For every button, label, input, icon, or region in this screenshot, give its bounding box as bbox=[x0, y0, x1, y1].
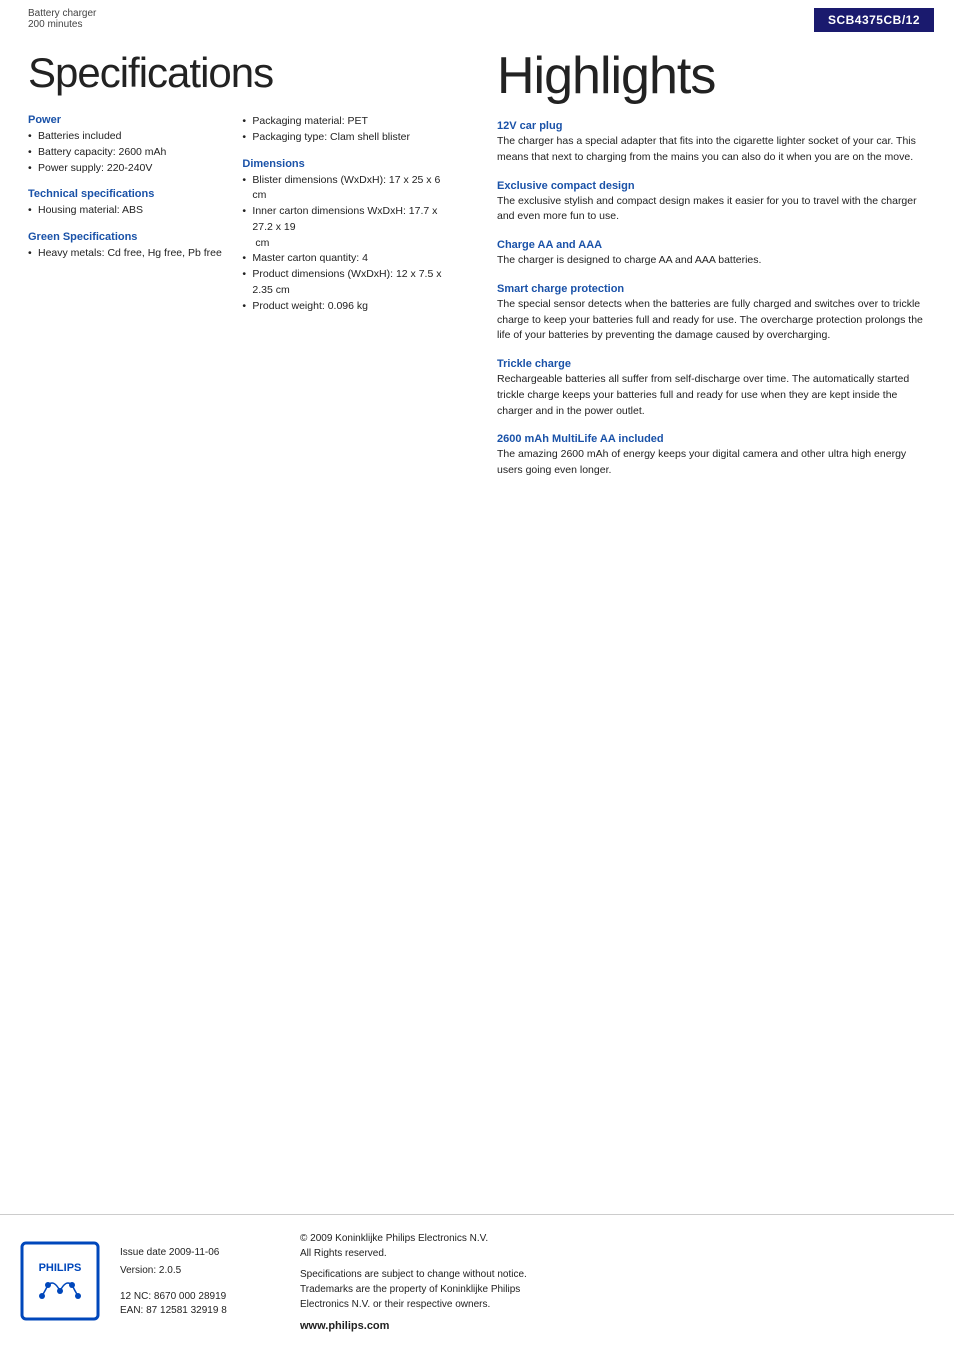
highlight-smart-charge-text: The special sensor detects when the batt… bbox=[497, 297, 930, 344]
list-item: Packaging material: PET bbox=[242, 114, 453, 130]
specs-title: Specifications bbox=[28, 50, 453, 96]
svg-text:PHILIPS: PHILIPS bbox=[39, 1262, 82, 1274]
footer-meta: Issue date 2009-11-06 Version: 2.0.5 12 … bbox=[120, 1246, 280, 1318]
power-title: Power bbox=[28, 114, 222, 126]
specs-col-right: Packaging material: PET Packaging type: … bbox=[242, 114, 453, 326]
green-title: Green Specifications bbox=[28, 231, 222, 243]
dimensions-section: Dimensions Blister dimensions (WxDxH): 1… bbox=[242, 158, 453, 315]
specs-col-left: Power Batteries included Battery capacit… bbox=[28, 114, 222, 326]
highlight-car-plug: 12V car plug The charger has a special a… bbox=[497, 120, 930, 166]
copyright: © 2009 Koninklijke Philips Electronics N… bbox=[300, 1231, 934, 1261]
list-item: Packaging type: Clam shell blister bbox=[242, 130, 453, 146]
issue-date: Issue date 2009-11-06 bbox=[120, 1246, 280, 1260]
highlight-car-plug-text: The charger has a special adapter that f… bbox=[497, 134, 930, 166]
highlight-charge-aa-aaa-text: The charger is designed to charge AA and… bbox=[497, 253, 930, 269]
packaging-list: Packaging material: PET Packaging type: … bbox=[242, 114, 453, 146]
technical-title: Technical specifications bbox=[28, 188, 222, 200]
highlight-smart-charge-title: Smart charge protection bbox=[497, 283, 930, 295]
list-item: Product weight: 0.096 kg bbox=[242, 299, 453, 315]
list-item: Housing material: ABS bbox=[28, 203, 222, 219]
specifications-column: Specifications Power Batteries included … bbox=[0, 32, 477, 513]
highlight-smart-charge: Smart charge protection The special sens… bbox=[497, 283, 930, 344]
list-item: Inner carton dimensions WxDxH: 17.7 x 27… bbox=[242, 204, 453, 251]
website: www.philips.com bbox=[300, 1318, 934, 1335]
technical-list: Housing material: ABS bbox=[28, 203, 222, 219]
list-item: Heavy metals: Cd free, Hg free, Pb free bbox=[28, 246, 222, 262]
power-section: Power Batteries included Battery capacit… bbox=[28, 114, 222, 176]
highlight-trickle-charge-title: Trickle charge bbox=[497, 358, 930, 370]
top-section: Battery charger 200 minutes SCB4375CB/12 bbox=[0, 0, 954, 32]
product-info: Battery charger 200 minutes bbox=[28, 8, 96, 30]
list-item: Blister dimensions (WxDxH): 17 x 25 x 6 … bbox=[242, 173, 453, 205]
highlight-trickle-charge: Trickle charge Rechargeable batteries al… bbox=[497, 358, 930, 419]
highlight-compact-design: Exclusive compact design The exclusive s… bbox=[497, 180, 930, 226]
highlights-column: Highlights 12V car plug The charger has … bbox=[477, 32, 954, 513]
highlight-trickle-charge-text: Rechargeable batteries all suffer from s… bbox=[497, 372, 930, 419]
version: Version: 2.0.5 bbox=[120, 1264, 280, 1278]
product-minutes: 200 minutes bbox=[28, 19, 96, 30]
highlight-multilife: 2600 mAh MultiLife AA included The amazi… bbox=[497, 433, 930, 479]
power-list: Batteries included Battery capacity: 260… bbox=[28, 129, 222, 176]
highlight-multilife-title: 2600 mAh MultiLife AA included bbox=[497, 433, 930, 445]
specs-columns: Power Batteries included Battery capacit… bbox=[28, 114, 453, 326]
list-item: Power supply: 220-240V bbox=[28, 161, 222, 177]
list-item: Battery capacity: 2600 mAh bbox=[28, 145, 222, 161]
highlight-multilife-text: The amazing 2600 mAh of energy keeps you… bbox=[497, 447, 930, 479]
main-content: Specifications Power Batteries included … bbox=[0, 32, 954, 513]
dimensions-list: Blister dimensions (WxDxH): 17 x 25 x 6 … bbox=[242, 173, 453, 315]
highlight-charge-aa-aaa-title: Charge AA and AAA bbox=[497, 239, 930, 251]
list-item: Master carton quantity: 4 bbox=[242, 251, 453, 267]
highlight-car-plug-title: 12V car plug bbox=[497, 120, 930, 132]
philips-logo: PHILIPS bbox=[20, 1241, 100, 1324]
model-badge: SCB4375CB/12 bbox=[814, 8, 934, 32]
list-item: Product dimensions (WxDxH): 12 x 7.5 x 2… bbox=[242, 267, 453, 299]
technical-section: Technical specifications Housing materia… bbox=[28, 188, 222, 219]
footer-legal: © 2009 Koninklijke Philips Electronics N… bbox=[300, 1231, 934, 1335]
highlight-compact-design-text: The exclusive stylish and compact design… bbox=[497, 194, 930, 226]
legal-text: Specifications are subject to change wit… bbox=[300, 1267, 934, 1312]
green-list: Heavy metals: Cd free, Hg free, Pb free bbox=[28, 246, 222, 262]
list-item: Batteries included bbox=[28, 129, 222, 145]
highlight-charge-aa-aaa: Charge AA and AAA The charger is designe… bbox=[497, 239, 930, 269]
green-section: Green Specifications Heavy metals: Cd fr… bbox=[28, 231, 222, 262]
packaging-section: Packaging material: PET Packaging type: … bbox=[242, 114, 453, 146]
nc-ean: 12 NC: 8670 000 28919 EAN: 87 12581 3291… bbox=[120, 1290, 280, 1318]
page: Battery charger 200 minutes SCB4375CB/12… bbox=[0, 0, 954, 1350]
footer: PHILIPS Issue date 2009-11-06 Ver bbox=[0, 1214, 954, 1350]
highlight-compact-design-title: Exclusive compact design bbox=[497, 180, 930, 192]
highlights-title: Highlights bbox=[497, 50, 930, 102]
dimensions-title: Dimensions bbox=[242, 158, 453, 170]
product-type: Battery charger bbox=[28, 8, 96, 19]
